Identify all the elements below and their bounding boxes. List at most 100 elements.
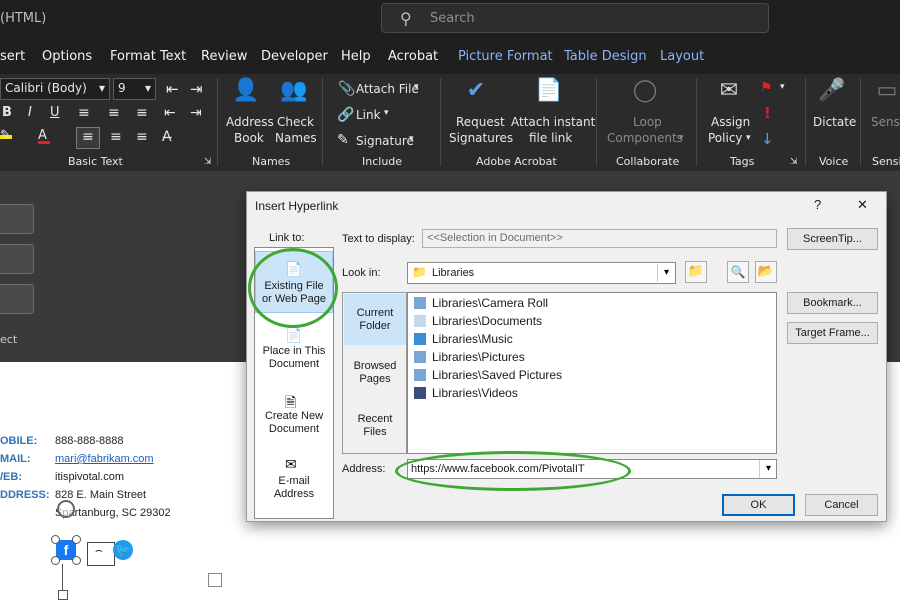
check-names-label-2[interactable]: Names — [275, 131, 317, 145]
outdent-icon[interactable]: ⇥ — [190, 105, 202, 121]
numbering-icon[interactable]: ≡ — [108, 105, 120, 121]
tab-developer[interactable]: Developer — [261, 49, 328, 64]
file-row[interactable]: Libraries\Saved Pictures — [414, 368, 562, 382]
link-to-place-in-document[interactable]: Place in This Document — [255, 345, 333, 371]
dictate-button[interactable]: Dictate — [813, 115, 856, 129]
file-row[interactable]: Libraries\Camera Roll — [414, 296, 548, 310]
search-box[interactable]: ⚲ Search — [381, 3, 769, 33]
chevron-down-icon[interactable]: ▾ — [384, 108, 389, 118]
tab-picture-format[interactable]: Picture Format — [458, 49, 553, 64]
text-to-display-label: Text to display: — [342, 233, 415, 245]
file-row[interactable]: Libraries\Videos — [414, 386, 518, 400]
side-button-2[interactable] — [0, 244, 34, 274]
dialog-launcher-icon[interactable]: ⇲ — [790, 157, 798, 167]
link-to-create-new[interactable]: Create New Document — [255, 410, 333, 436]
signature-email-link[interactable]: mari@fabrikam.com — [55, 453, 154, 465]
attach-instant-label-1[interactable]: Attach instant — [511, 115, 595, 129]
tab-current-folder[interactable]: Current Folder — [344, 307, 406, 333]
side-button-1[interactable] — [0, 204, 34, 234]
cancel-button[interactable]: Cancel — [805, 494, 878, 516]
tab-format-text[interactable]: Format Text — [110, 49, 186, 64]
underline-icon[interactable]: U — [50, 105, 60, 120]
email-address-label-2: Address — [273, 488, 315, 500]
anchor-handle[interactable] — [58, 590, 68, 600]
look-in-dropdown[interactable]: 📁 Libraries ▾ — [407, 262, 676, 284]
indent-icon[interactable]: ⇤ — [164, 105, 176, 121]
tab-options[interactable]: Options — [42, 49, 92, 64]
chevron-down-icon[interactable]: ▾ — [759, 460, 777, 478]
assign-policy-label-1[interactable]: Assign — [711, 115, 750, 129]
chevron-down-icon[interactable]: ▾ — [657, 264, 675, 282]
target-frame-button[interactable]: Target Frame... — [787, 322, 878, 344]
list-levels-icon[interactable]: ≡ — [136, 105, 148, 121]
twitter-icon[interactable]: 🐦 — [113, 540, 133, 560]
rotate-handle-icon[interactable] — [57, 500, 75, 518]
chevron-down-icon[interactable]: ▾ — [414, 82, 419, 92]
chevron-down-icon: ▾ — [98, 81, 105, 95]
request-signatures-label-2[interactable]: Signatures — [449, 131, 513, 145]
resize-handle[interactable] — [51, 535, 60, 544]
screentip-button[interactable]: ScreenTip... — [787, 228, 878, 250]
help-button[interactable]: ? — [814, 197, 821, 212]
resize-handle[interactable] — [72, 556, 81, 565]
highlighter-icon[interactable]: ✎ — [0, 128, 11, 143]
attach-file-button[interactable]: Attach File — [356, 82, 419, 96]
current-folder-label-2: Folder — [359, 320, 391, 332]
tab-acrobat[interactable]: Acrobat — [388, 49, 438, 64]
check-names-label-1[interactable]: Check — [277, 115, 314, 129]
chevron-down-icon[interactable]: ▾ — [780, 82, 785, 92]
font-name-dropdown[interactable]: Calibri (Body) ▾ — [0, 78, 110, 100]
tab-help[interactable]: Help — [341, 49, 371, 64]
up-folder-icon[interactable]: 📁 — [685, 261, 707, 283]
file-row[interactable]: Libraries\Documents — [414, 314, 542, 328]
request-signatures-label-1[interactable]: Request — [456, 115, 505, 129]
signature-button[interactable]: Signature — [356, 134, 414, 148]
attach-instant-label-2[interactable]: file link — [529, 131, 572, 145]
ok-button[interactable]: OK — [722, 494, 795, 516]
loop-components-label-2: Components — [607, 131, 683, 145]
tab-recent-files[interactable]: Recent Files — [344, 413, 406, 439]
pictures-icon — [414, 351, 426, 363]
dialog-launcher-icon[interactable]: ⇲ — [204, 157, 212, 167]
align-right-icon[interactable]: ≡ — [136, 129, 148, 145]
increase-indent-icon[interactable]: ⇤ — [166, 80, 179, 98]
flag-icon[interactable]: ⚑ — [760, 80, 773, 96]
ribbon-divider — [440, 78, 441, 166]
browse-file-icon[interactable]: 📂 — [755, 261, 777, 283]
align-center-icon[interactable]: ≡ — [110, 129, 122, 145]
bookmark-button[interactable]: Bookmark... — [787, 292, 878, 314]
signature-value-web: itispivotal.com — [55, 471, 125, 483]
font-size-dropdown[interactable]: 9 ▾ — [113, 78, 156, 100]
link-button[interactable]: Link — [356, 108, 381, 122]
browse-web-icon[interactable]: 🔍 — [727, 261, 749, 283]
close-icon[interactable]: ✕ — [857, 197, 868, 213]
browsed-pages-label-2: Pages — [359, 373, 391, 385]
link-to-email-address[interactable]: E-mail Address — [255, 475, 333, 501]
low-importance-icon[interactable]: ↓ — [761, 130, 774, 148]
file-row[interactable]: Libraries\Music — [414, 332, 513, 346]
high-importance-icon[interactable]: ! — [764, 104, 771, 122]
address-book-label-2[interactable]: Book — [234, 131, 264, 145]
chevron-down-icon[interactable]: ▾ — [409, 134, 414, 144]
tab-review[interactable]: Review — [201, 49, 247, 64]
bold-icon[interactable]: B — [2, 105, 12, 120]
tab-layout[interactable]: Layout — [660, 49, 704, 64]
decrease-indent-icon[interactable]: ⇥ — [190, 80, 203, 98]
resize-handle[interactable] — [72, 535, 81, 544]
file-row[interactable]: Libraries\Pictures — [414, 350, 525, 364]
resize-handle[interactable] — [51, 556, 60, 565]
tab-browsed-pages[interactable]: Browsed Pages — [344, 360, 406, 386]
tab-insert[interactable]: sert — [0, 49, 25, 64]
text-to-display-field[interactable]: <<Selection in Document>> — [422, 229, 777, 248]
bullets-icon[interactable]: ≡ — [78, 105, 90, 121]
search-placeholder[interactable]: Search — [430, 11, 475, 26]
address-book-label-1[interactable]: Address — [226, 115, 274, 129]
tab-table-design[interactable]: Table Design — [564, 49, 647, 64]
group-label-voice: Voice — [819, 155, 849, 168]
chevron-down-icon[interactable]: ▾ — [746, 133, 751, 143]
clear-formatting-icon[interactable]: A̶ — [162, 129, 172, 145]
side-button-3[interactable] — [0, 284, 34, 314]
file-list[interactable]: Libraries\Camera Roll Libraries\Document… — [407, 292, 777, 454]
assign-policy-label-2[interactable]: Policy — [708, 131, 743, 145]
italic-icon[interactable]: I — [28, 105, 32, 120]
